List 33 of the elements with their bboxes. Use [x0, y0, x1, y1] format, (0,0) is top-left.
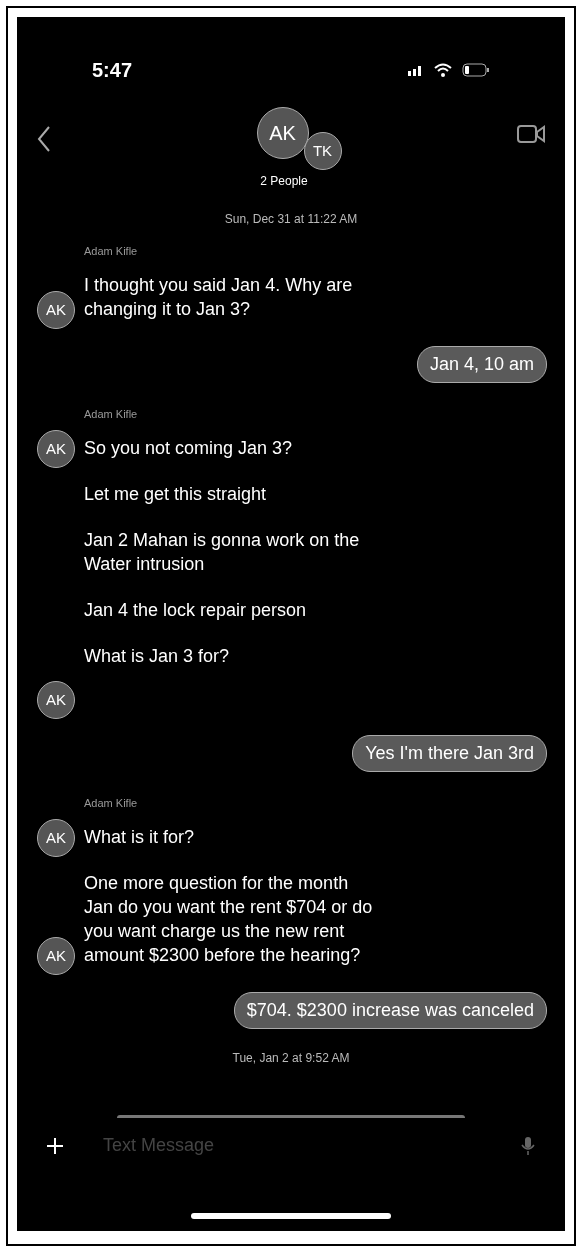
timestamp: Tue, Jan 2 at 9:52 AM [232, 1050, 350, 1067]
video-camera-icon[interactable] [517, 123, 545, 145]
outgoing-message: Yes I'm there Jan 3rd [352, 735, 547, 772]
avatar: AK [37, 430, 75, 468]
conversation-title[interactable]: 2 People [260, 172, 308, 190]
outgoing-message: $704. $2300 increase was canceled [233, 992, 547, 1029]
timestamp: Sun, Dec 31 at 11:22 AM [224, 211, 358, 228]
avatar: AK [37, 937, 75, 975]
incoming-message: Jan 4 the lock repair person [84, 599, 307, 622]
sender-name: Adam Kifle [84, 408, 138, 420]
incoming-message: So you not coming Jan 3? [84, 437, 293, 460]
back-icon[interactable] [37, 125, 51, 153]
avatar: AK [256, 107, 309, 159]
microphone-icon[interactable] [521, 1135, 535, 1156]
plus-icon[interactable] [47, 1137, 63, 1154]
battery-icon [462, 62, 490, 77]
incoming-message: What is it for? [84, 826, 195, 849]
message-field[interactable]: Text Message [103, 1132, 521, 1159]
avatar: AK [37, 819, 75, 857]
signal-icon [408, 63, 424, 76]
incoming-message: One more question for the month Jan do you want the rent $704 or do you want charge us the new rent amount $2300 before the hearing? [84, 872, 374, 967]
incoming-message: Jan 2 Mahan is gonna work on the Water intrusion [84, 529, 361, 576]
sender-name: Adam Kifle [84, 797, 138, 809]
avatar: TK [303, 132, 342, 170]
sender-name: Adam Kifle [84, 245, 138, 257]
outgoing-message: Jan 4, 10 am [416, 346, 547, 383]
incoming-message: I thought you said Jan 4. Why are changing it to Jan 3? [84, 274, 354, 321]
incoming-message: What is Jan 3 for? [84, 645, 230, 668]
avatar: AK [37, 681, 75, 719]
avatar: AK [37, 291, 75, 329]
status-time: 5:47 [92, 57, 133, 83]
wifi-icon [434, 62, 452, 77]
incoming-message: Let me get this straight [84, 483, 267, 506]
